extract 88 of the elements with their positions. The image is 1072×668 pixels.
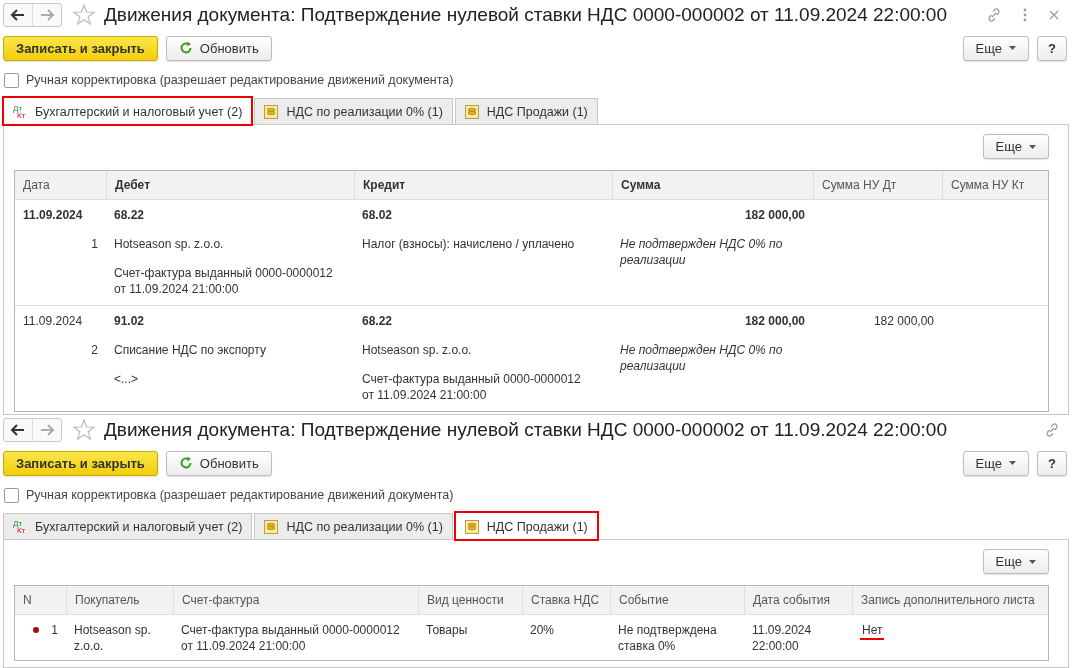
table-cell: Hotseason sp. z.o.o. [74, 623, 151, 653]
account-cell-text: 91.02 [114, 313, 146, 329]
table-cell-text: Счет-фактура выданный 0000-0000012 от 11.09.2024 21:00:00 [114, 265, 334, 297]
tab[interactable]: НДС по реализации 0% (1) [254, 513, 453, 539]
table-cell-text: Hotseason sp. z.o.o. [114, 236, 225, 252]
tab[interactable]: Дт Кт Бухгалтерский и налоговый учет (2) [3, 97, 253, 125]
register-icon [264, 104, 279, 119]
save-close-button[interactable]: Записать и закрыть [3, 35, 158, 61]
table-cell: 20% [530, 623, 555, 637]
column-header[interactable]: Запись дополнительного листа [852, 586, 1048, 614]
more-button[interactable]: Еще [982, 134, 1049, 159]
debit-credit-icon: Дт Кт [13, 519, 27, 534]
table-cell-text: <...> [114, 371, 140, 387]
help-button[interactable]: ? [1037, 450, 1067, 476]
column-header[interactable]: Покупатель [66, 586, 173, 614]
save-close-button[interactable]: Записать и закрыть [3, 450, 158, 476]
column-header[interactable]: Кредит [354, 171, 612, 199]
table-cell-text: Списание НДС по экспорту [114, 342, 267, 358]
column-header[interactable]: N [15, 586, 66, 614]
caret-icon [1009, 461, 1017, 465]
star-icon[interactable] [72, 3, 96, 27]
caret-icon [1009, 46, 1017, 50]
table-cell: Счет-фактура выданный 0000-0000012 от 11.09.2024 21:00:00 [181, 623, 400, 653]
more-button[interactable]: Еще [962, 35, 1030, 61]
tab-label: Бухгалтерский и налоговый учет (2) [35, 104, 243, 119]
refresh-button[interactable]: Обновить [165, 35, 272, 61]
column-header[interactable]: Дата [15, 171, 106, 199]
checkbox[interactable] [4, 487, 19, 503]
column-header[interactable]: Сумма НУ Кт [942, 171, 1048, 199]
table-cell: 11.09.2024 22:00:00 [752, 623, 812, 653]
table-cell-text: Hotseason sp. z.o.o. [362, 342, 473, 358]
star-icon[interactable] [72, 418, 96, 442]
amount-note: Не подтвержден НДС 0% по реализации [620, 342, 784, 374]
table-cell: Нет [860, 623, 885, 640]
checkbox[interactable] [4, 72, 19, 88]
table-cell-text: Счет-фактура выданный 0000-0000012 от 11.09.2024 21:00:00 [362, 371, 582, 403]
refresh-icon [178, 41, 193, 55]
more-button[interactable]: Еще [982, 549, 1049, 574]
help-button[interactable]: ? [1037, 35, 1067, 61]
caret-icon [1029, 144, 1036, 149]
table-cell-text: Налог (взносы): начислено / уплачено [362, 236, 576, 252]
column-header[interactable]: Счет-фактура [173, 586, 418, 614]
column-header[interactable]: Вид ценности [418, 586, 522, 614]
tab[interactable]: НДС по реализации 0% (1) [254, 98, 453, 124]
tab-label: Бухгалтерский и налоговый учет (2) [35, 519, 243, 534]
table-cell: Товары [426, 623, 468, 637]
amount-note: Не подтвержден НДС 0% по реализации [620, 236, 784, 268]
link-icon[interactable] [986, 7, 1002, 23]
more-icon[interactable] [1022, 7, 1028, 23]
account-cell-text: 68.22 [362, 313, 394, 329]
date-cell-text: 11.09.2024 [23, 207, 84, 223]
column-header[interactable]: Событие [610, 586, 744, 614]
date-cell-text: 11.09.2024 [23, 313, 84, 329]
amount-cell-text: 182 000,00 [872, 313, 934, 329]
account-cell-text: 68.22 [114, 207, 146, 223]
caret-icon [1029, 559, 1036, 564]
tab[interactable]: НДС Продажи (1) [454, 512, 598, 540]
amount-cell-text: 182 000,00 [743, 207, 805, 223]
column-header[interactable]: Ставка НДС [522, 586, 610, 614]
row-number: 2 [90, 342, 98, 358]
window-title: Движения документа: Подтверждение нулевой ставки НДС 0000-000002 от 11.09.2024 22:00:00 [104, 4, 947, 26]
register-icon [264, 519, 279, 534]
tab[interactable]: НДС Продажи (1) [454, 98, 598, 124]
refresh-icon [178, 456, 193, 470]
column-header[interactable]: Дата события [744, 586, 852, 614]
refresh-button[interactable]: Обновить [165, 450, 272, 476]
checkbox-label: Ручная корректировка (разрешает редактирование движений документа) [26, 73, 454, 87]
checkbox-label: Ручная корректировка (разрешает редактирование движений документа) [26, 488, 454, 502]
tab-label: НДС по реализации 0% (1) [286, 104, 443, 119]
more-button[interactable]: Еще [962, 450, 1030, 476]
row-number: 1 [90, 236, 98, 252]
tab-label: НДС Продажи (1) [486, 104, 588, 119]
register-icon [464, 104, 479, 119]
account-cell-text: 68.02 [362, 207, 394, 223]
column-header[interactable]: Сумма [612, 171, 813, 199]
column-header[interactable]: Дебет [106, 171, 354, 199]
amount-cell-text: 182 000,00 [743, 313, 805, 329]
column-header[interactable]: Сумма НУ Дт [813, 171, 942, 199]
register-icon [464, 519, 479, 534]
tab-label: НДС Продажи (1) [486, 519, 588, 534]
debit-credit-icon: Дт Кт [13, 104, 27, 119]
row-number: 1 [51, 622, 58, 638]
table-cell: Не подтверждена ставка 0% [618, 623, 717, 653]
tab[interactable]: Дт Кт Бухгалтерский и налоговый учет (2) [3, 513, 253, 539]
window-title: Движения документа: Подтверждение нулевой ставки НДС 0000-000002 от 11.09.2024 22:00:00 [104, 419, 947, 441]
tab-label: НДС по реализации 0% (1) [286, 519, 443, 534]
close-icon[interactable] [1048, 9, 1060, 21]
link-icon[interactable] [1044, 422, 1060, 438]
